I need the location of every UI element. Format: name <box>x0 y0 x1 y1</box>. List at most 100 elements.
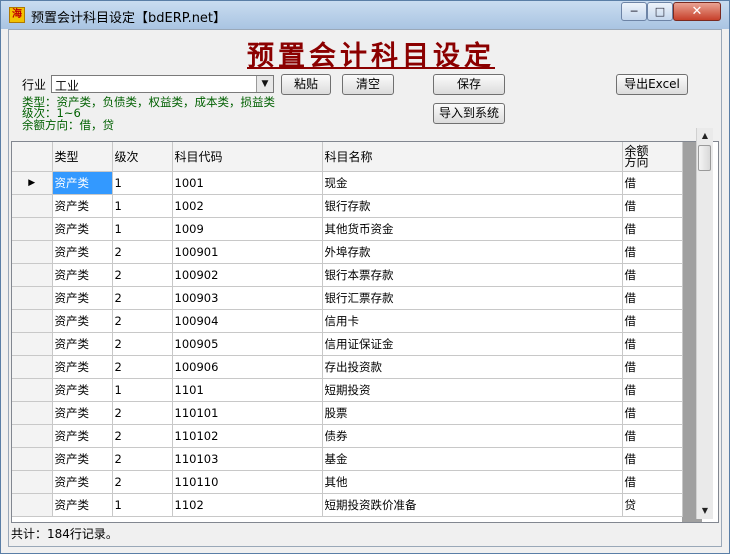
row-header[interactable] <box>12 470 53 494</box>
table-cell-level[interactable]: 2 <box>112 240 173 264</box>
row-header[interactable] <box>12 401 53 425</box>
table-cell-level[interactable]: 2 <box>112 263 173 287</box>
row-header[interactable] <box>12 332 53 356</box>
table-cell-type[interactable]: 资产类 <box>52 332 113 356</box>
column-header-type[interactable]: 类型 <box>52 142 113 172</box>
row-header[interactable] <box>12 378 53 402</box>
table-row[interactable]: 资产类 1 1009 其他货币资金 借 <box>12 217 683 241</box>
table-cell-level[interactable]: 2 <box>112 401 173 425</box>
table-cell-name[interactable]: 短期投资跌价准备 <box>322 493 623 517</box>
table-cell-direction[interactable]: 借 <box>622 309 683 333</box>
table-cell-name[interactable]: 银行本票存款 <box>322 263 623 287</box>
table-cell-code[interactable]: 100904 <box>172 309 323 333</box>
table-cell-name[interactable]: 现金 <box>322 171 623 195</box>
table-row[interactable]: 资产类 1 1102 短期投资跌价准备 贷 <box>12 493 683 517</box>
column-header-level[interactable]: 级次 <box>112 142 173 172</box>
clear-button[interactable]: 清空 <box>342 74 394 95</box>
table-cell-name[interactable]: 其他 <box>322 470 623 494</box>
table-cell-name[interactable]: 信用证保证金 <box>322 332 623 356</box>
table-cell-name[interactable]: 存出投资款 <box>322 355 623 379</box>
row-header[interactable] <box>12 286 53 310</box>
table-cell-code[interactable]: 1102 <box>172 493 323 517</box>
table-cell-level[interactable]: 2 <box>112 286 173 310</box>
column-header-name[interactable]: 科目名称 <box>322 142 623 172</box>
table-row[interactable]: 资产类 2 110110 其他 借 <box>12 470 683 494</box>
table-cell-level[interactable]: 2 <box>112 309 173 333</box>
table-row[interactable]: 资产类 2 100902 银行本票存款 借 <box>12 263 683 287</box>
import-to-system-button[interactable]: 导入到系统 <box>433 103 505 124</box>
table-cell-direction[interactable]: 借 <box>622 240 683 264</box>
save-button[interactable]: 保存 <box>433 74 505 95</box>
table-cell-level[interactable]: 1 <box>112 171 173 195</box>
table-cell-type[interactable]: 资产类 <box>52 309 113 333</box>
table-row[interactable]: 资产类 2 100904 信用卡 借 <box>12 309 683 333</box>
grid-vertical-scrollbar[interactable]: ▲ ▼ <box>696 128 713 519</box>
table-cell-name[interactable]: 其他货币资金 <box>322 217 623 241</box>
table-cell-name[interactable]: 股票 <box>322 401 623 425</box>
export-excel-button[interactable]: 导出Excel <box>616 74 688 95</box>
table-cell-type[interactable]: 资产类 <box>52 470 113 494</box>
table-cell-name[interactable]: 银行存款 <box>322 194 623 218</box>
table-row[interactable]: 资产类 1 1002 银行存款 借 <box>12 194 683 218</box>
minimize-button[interactable]: ─ <box>621 2 647 21</box>
table-row[interactable]: 资产类 2 100906 存出投资款 借 <box>12 355 683 379</box>
row-header[interactable] <box>12 493 53 517</box>
maximize-button[interactable]: □ <box>647 2 673 21</box>
row-header[interactable] <box>12 447 53 471</box>
scroll-up-icon[interactable]: ▲ <box>697 128 713 144</box>
accounts-grid[interactable]: 类型 级次 科目代码 科目名称 余额 方向 ▶ 资产类 1 1001 现金 借 … <box>11 141 719 523</box>
table-cell-code[interactable]: 100903 <box>172 286 323 310</box>
table-cell-code[interactable]: 110103 <box>172 447 323 471</box>
table-cell-type[interactable]: 资产类 <box>52 447 113 471</box>
table-cell-name[interactable]: 基金 <box>322 447 623 471</box>
table-cell-direction[interactable]: 借 <box>622 401 683 425</box>
table-cell-type[interactable]: 资产类 <box>52 355 113 379</box>
column-header-code[interactable]: 科目代码 <box>172 142 323 172</box>
table-cell-level[interactable]: 2 <box>112 470 173 494</box>
table-cell-level[interactable]: 1 <box>112 493 173 517</box>
table-cell-direction[interactable]: 借 <box>622 194 683 218</box>
table-cell-name[interactable]: 债券 <box>322 424 623 448</box>
table-cell-direction[interactable]: 借 <box>622 378 683 402</box>
table-cell-name[interactable]: 银行汇票存款 <box>322 286 623 310</box>
table-cell-type[interactable]: 资产类 <box>52 378 113 402</box>
table-row[interactable]: 资产类 2 100903 银行汇票存款 借 <box>12 286 683 310</box>
table-row[interactable]: 资产类 2 110103 基金 借 <box>12 447 683 471</box>
table-cell-direction[interactable]: 借 <box>622 263 683 287</box>
industry-select[interactable]: 工业 ▼ <box>51 75 274 93</box>
table-cell-type[interactable]: 资产类 <box>52 194 113 218</box>
scroll-down-icon[interactable]: ▼ <box>697 503 713 519</box>
row-header[interactable] <box>12 355 53 379</box>
paste-button[interactable]: 粘贴 <box>281 74 331 95</box>
table-cell-level[interactable]: 1 <box>112 217 173 241</box>
table-cell-level[interactable]: 1 <box>112 378 173 402</box>
table-row[interactable]: ▶ 资产类 1 1001 现金 借 <box>12 171 683 195</box>
table-cell-direction[interactable]: 借 <box>622 424 683 448</box>
table-cell-level[interactable]: 2 <box>112 447 173 471</box>
table-cell-direction[interactable]: 借 <box>622 217 683 241</box>
table-cell-code[interactable]: 1002 <box>172 194 323 218</box>
table-cell-name[interactable]: 信用卡 <box>322 309 623 333</box>
table-cell-type[interactable]: 资产类 <box>52 240 113 264</box>
table-cell-type[interactable]: 资产类 <box>52 493 113 517</box>
table-cell-code[interactable]: 110110 <box>172 470 323 494</box>
table-cell-direction[interactable]: 贷 <box>622 493 683 517</box>
table-row[interactable]: 资产类 2 110101 股票 借 <box>12 401 683 425</box>
table-cell-type[interactable]: 资产类 <box>52 286 113 310</box>
table-cell-level[interactable]: 1 <box>112 194 173 218</box>
table-cell-code[interactable]: 1001 <box>172 171 323 195</box>
table-cell-type[interactable]: 资产类 <box>52 401 113 425</box>
table-cell-code[interactable]: 110102 <box>172 424 323 448</box>
table-cell-direction[interactable]: 借 <box>622 470 683 494</box>
table-cell-level[interactable]: 2 <box>112 355 173 379</box>
table-row[interactable]: 资产类 2 100905 信用证保证金 借 <box>12 332 683 356</box>
table-cell-name[interactable]: 短期投资 <box>322 378 623 402</box>
table-cell-direction[interactable]: 借 <box>622 332 683 356</box>
table-cell-type[interactable]: 资产类 <box>52 424 113 448</box>
table-cell-direction[interactable]: 借 <box>622 447 683 471</box>
table-cell-type[interactable]: 资产类 <box>52 263 113 287</box>
table-cell-level[interactable]: 2 <box>112 424 173 448</box>
row-header[interactable] <box>12 263 53 287</box>
table-row[interactable]: 资产类 2 100901 外埠存款 借 <box>12 240 683 264</box>
table-cell-type[interactable]: 资产类 <box>52 171 113 195</box>
